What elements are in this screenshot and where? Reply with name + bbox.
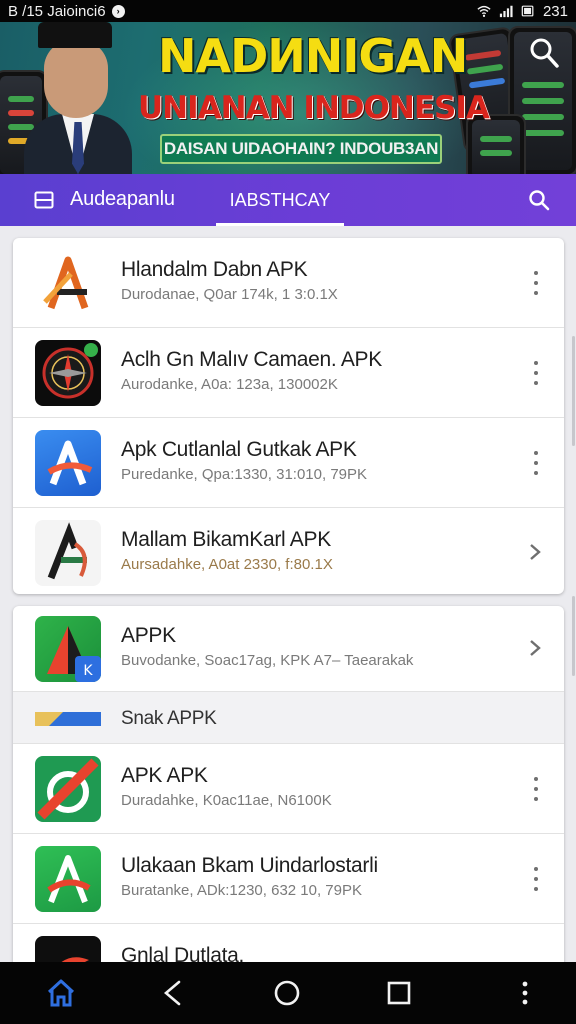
more-vertical-icon[interactable] [528,361,544,385]
recents-icon[interactable] [382,976,416,1010]
app-title: Aclh Gn Malıv Camaen. APK [121,348,382,371]
tab-underline [216,223,344,226]
presenter-image [24,22,132,174]
a-logo-blue-icon [35,430,101,496]
section-label: Snak APPK [121,708,217,729]
a-logo-orange-icon [35,250,101,316]
status-bar: B /15 Jaioinci6 › 231 [0,0,576,22]
app-meta: Aursadahke, A0at 2330, f:80.1X [121,556,333,573]
app-meta: Puredanke, Qpa:1330, 31:010, 79PK [121,466,368,483]
wifi-icon [477,5,491,17]
list-item[interactable]: K APPK Buvodanke, Soac17ag, KPK A7– Taea… [13,606,564,692]
status-left-text: B /15 Jaioinci6 [8,2,106,20]
app-meta: Buratanke, ADk:1230, 632 10, 79PK [121,882,363,899]
screen: B /15 Jaioinci6 › 231 NADИNIGAN UNIANAN … [0,0,576,1024]
more-vertical-icon[interactable] [528,777,544,801]
a-logo-green-2-icon [35,846,101,912]
banner-subtitle: UNIANAN INDONESIA [138,90,490,126]
app-meta: Duradahke, K0ac11ae, N6100K [121,792,332,809]
app-title: Hlandalm Dabn APK [121,258,308,281]
chevron-right-icon[interactable] [528,542,542,562]
a-logo-dark-icon [35,520,101,586]
app-meta: Aurodanke, A0a: 123a, 130002K [121,376,338,393]
compass-dial-icon [35,340,101,406]
section-header: Snak APPK [13,692,564,744]
scrollbar-thumb[interactable] [572,336,575,446]
more-vertical-icon[interactable] [508,976,542,1010]
list-item[interactable]: APK APK Duradahke, K0ac11ae, N6100K [13,744,564,834]
banner-search-icon[interactable] [528,36,560,70]
app-title: Mallam BikamKarl APK [121,528,331,551]
banner-strip: DAISAN UIDAOHAIN? INDOUB3AN [160,134,442,164]
app-title: Apk Cutlanlal Gutkak APK [121,438,357,461]
notification-circle-icon: › [111,4,125,18]
list-item[interactable]: Hlandalm Dabn APK Durodanae, Q0ar 174k, … [13,238,564,328]
list-item[interactable]: Ulakaan Bkam Uindarlostarli Buratanke, A… [13,834,564,924]
a-logo-green-icon: K [35,616,101,682]
app-list-card-2: K APPK Buvodanke, Soac17ag, KPK A7– Taea… [13,606,564,976]
app-name: Audeapanlu [70,188,175,210]
tab-active-label: IABSTHCAY [229,189,331,210]
search-icon[interactable] [528,189,550,211]
more-vertical-icon[interactable] [528,867,544,891]
menu-icon[interactable] [34,190,54,210]
more-vertical-icon[interactable] [528,271,544,295]
app-list-card-1: Hlandalm Dabn APK Durodanae, Q0ar 174k, … [13,238,564,594]
status-time: 231 [542,2,568,20]
svg-text:K: K [83,663,93,679]
signal-icon [499,5,513,18]
app-bar: Audeapanlu IABSTHCAY [0,174,576,226]
circle-home-icon[interactable] [270,976,304,1010]
navigation-bar [0,962,576,1024]
app-title: APPK [121,624,176,647]
list-item[interactable]: Apk Cutlanlal Gutkak APK Puredanke, Qpa:… [13,418,564,508]
list-item[interactable]: Aclh Gn Malıv Camaen. APK Aurodanke, A0a… [13,328,564,418]
app-title: APK APK [121,764,208,787]
more-vertical-icon[interactable] [528,451,544,475]
app-meta: Buvodanke, Soac17ag, KPK A7– Taearakak [121,652,414,669]
app-meta: Durodanae, Q0ar 174k, 1 3:0.1X [121,286,338,303]
chevron-right-icon[interactable] [528,638,542,658]
tab-active[interactable]: IABSTHCAY [216,174,344,226]
status-left: B /15 Jaioinci6 › [8,3,125,20]
blue-strip-icon [35,712,101,726]
app-title: Ulakaan Bkam Uindarlostarli [121,854,378,877]
promo-banner[interactable]: NADИNIGAN UNIANAN INDONESIA DAISAN UIDAO… [0,22,576,174]
status-right: 231 [477,3,568,20]
home-icon[interactable] [44,976,78,1010]
back-icon[interactable] [156,976,190,1010]
scrollbar-thumb-lower[interactable] [572,596,575,676]
banner-title: NADИNIGAN [158,29,468,83]
battery-icon [521,5,534,17]
slash-logo-green-icon [35,756,101,822]
list-item[interactable]: Mallam BikamKarl APK Aursadahke, A0at 23… [13,508,564,594]
